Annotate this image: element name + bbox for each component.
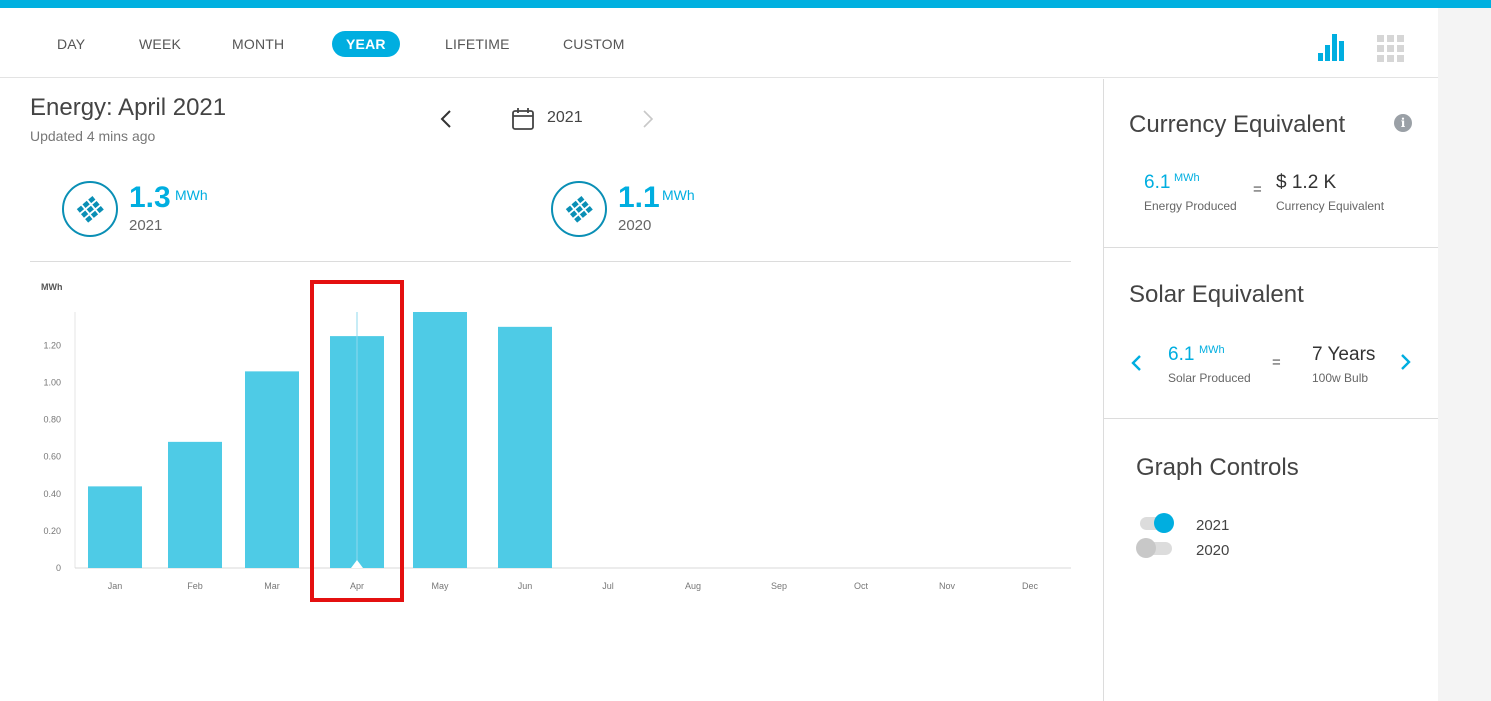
tab-lifetime[interactable]: LIFETIME [431, 31, 524, 57]
chevron-right-icon[interactable] [1398, 351, 1414, 373]
bulb-years-value: 7 Years [1312, 344, 1376, 365]
x-tick-label: Jun [518, 581, 533, 591]
toggle-knob [1136, 538, 1156, 558]
currency-title: Currency Equivalent [1129, 111, 1346, 138]
section-divider [1104, 418, 1438, 419]
y-tick-label: 0.80 [43, 415, 61, 425]
toggle-knob [1154, 513, 1174, 533]
x-tick-label: Oct [854, 581, 869, 591]
y-tick-label: 0 [56, 563, 61, 573]
solar-title: Solar Equivalent [1129, 281, 1304, 308]
x-tick-label: Aug [685, 581, 701, 591]
tab-week[interactable]: WEEK [125, 31, 195, 57]
right-gutter [1438, 8, 1491, 701]
x-tick-label: Apr [350, 581, 364, 591]
tab-day[interactable]: DAY [43, 31, 99, 57]
x-tick-label: Feb [187, 581, 203, 591]
period-tabs: DAY WEEK MONTH YEAR LIFETIME CUSTOM [0, 8, 1438, 78]
toggle-2021[interactable] [1136, 513, 1174, 533]
toggle-2020[interactable] [1136, 538, 1174, 558]
x-tick-label: Nov [939, 581, 956, 591]
solar-produced-label: Solar Produced [1168, 371, 1251, 385]
side-panel: Currency Equivalent i 6.1 MWh Energy Pro… [1104, 79, 1438, 701]
x-tick-label: Mar [264, 581, 280, 591]
main-panel: Energy: April 2021 Updated 4 mins ago 20… [0, 79, 1103, 701]
tab-year[interactable]: YEAR [332, 31, 400, 57]
section-divider [1104, 247, 1438, 248]
x-tick-label: Jul [602, 581, 614, 591]
bar-jan [88, 486, 142, 568]
currency-label: Currency Equivalent [1276, 199, 1385, 213]
currency-value: $ 1.2 K [1276, 172, 1337, 193]
bar-may [413, 312, 467, 568]
tab-month[interactable]: MONTH [218, 31, 298, 57]
y-tick-label: 0.60 [43, 452, 61, 462]
energy-produced-label: Energy Produced [1144, 199, 1237, 213]
x-tick-label: Jan [108, 581, 123, 591]
y-tick-label: 0.20 [43, 526, 61, 536]
energy-bar-chart: MWh 0 0.20 0.40 0.60 0.80 1.00 1.20 Jan Feb Mar Apr… [41, 280, 1071, 602]
top-accent-bar [0, 0, 1491, 8]
bar-jun [498, 326, 552, 568]
x-tick-label: Dec [1022, 581, 1039, 591]
y-tick-label: 1.00 [43, 377, 61, 387]
chevron-left-icon[interactable] [1128, 352, 1144, 374]
bulb-label: 100w Bulb [1312, 371, 1369, 385]
energy-produced-unit: MWh [1174, 172, 1200, 184]
y-tick-label: 0.40 [43, 489, 61, 499]
x-tick-label: May [431, 581, 449, 591]
bar-chart-icon[interactable] [1316, 32, 1346, 62]
x-tick-label: Sep [771, 581, 787, 591]
graph-controls-title: Graph Controls [1136, 454, 1299, 481]
energy-produced-value: 6.1 [1144, 172, 1171, 193]
y-axis-label: MWh [41, 282, 63, 292]
info-icon[interactable]: i [1394, 114, 1412, 132]
bar-mar [245, 371, 299, 568]
solar-produced-value: 6.1 [1168, 344, 1195, 365]
y-tick-label: 1.20 [43, 340, 61, 350]
tab-custom[interactable]: CUSTOM [549, 31, 639, 57]
solar-produced-unit: MWh [1199, 344, 1225, 356]
toggle-label-2020: 2020 [1196, 542, 1230, 559]
bar-feb [168, 441, 222, 568]
grid-icon[interactable] [1376, 34, 1406, 64]
equals-sign: = [1272, 354, 1281, 371]
equals-sign: = [1253, 181, 1262, 198]
toggle-label-2021: 2021 [1196, 517, 1230, 534]
